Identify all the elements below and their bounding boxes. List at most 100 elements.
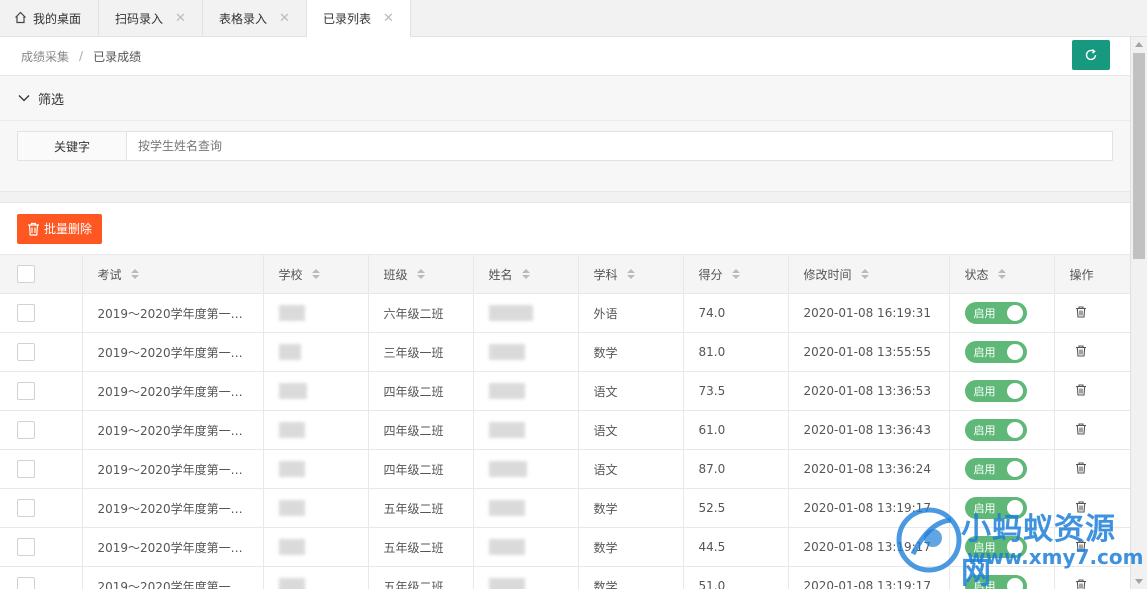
sort-icon[interactable]: [731, 268, 741, 283]
tab-label: 扫码录入: [115, 12, 164, 26]
status-switch[interactable]: 启用: [964, 458, 1027, 480]
table-row[interactable]: 2019～2020学年度第一… 五年级二班 数学 44.5 2020-01-08 13:…: [0, 527, 1130, 567]
sort-icon[interactable]: [311, 268, 321, 283]
row-checkbox[interactable]: [17, 304, 35, 322]
cell-status: 启用: [949, 488, 1055, 528]
header-exam[interactable]: 考试: [82, 254, 264, 294]
vertical-scrollbar[interactable]: [1130, 37, 1147, 589]
trash-icon[interactable]: [1075, 461, 1087, 477]
status-switch[interactable]: 启用: [964, 341, 1027, 363]
table-row[interactable]: 2019～2020学年度第一… 六年级二班 外语 74.0 2020-01-08 16:…: [0, 293, 1130, 333]
cell-status: 启用: [949, 332, 1055, 372]
table-row[interactable]: 2019～2020学年度第一… 四年级二班 语文 87.0 2020-01-08 13:…: [0, 449, 1130, 489]
row-checkbox[interactable]: [17, 343, 35, 361]
status-switch[interactable]: 启用: [964, 302, 1027, 324]
home-icon: [14, 11, 27, 27]
sort-icon[interactable]: [626, 268, 636, 283]
status-label: 启用: [973, 541, 996, 554]
tab-table-entry[interactable]: 表格录入 ✕: [203, 0, 307, 37]
header-modified[interactable]: 修改时间: [788, 254, 950, 294]
breadcrumb-parent[interactable]: 成绩采集: [21, 48, 69, 65]
redacted-school: [278, 305, 305, 321]
sort-icon[interactable]: [130, 268, 140, 283]
scroll-up-icon[interactable]: [1135, 42, 1143, 47]
header-school[interactable]: 学校: [263, 254, 369, 294]
header-subject[interactable]: 学科: [578, 254, 684, 294]
trash-icon[interactable]: [1075, 539, 1087, 555]
status-label: 启用: [973, 424, 996, 437]
table-row[interactable]: 2019～2020学年度第一… 五年级二班 数学 52.5 2020-01-08 13:…: [0, 488, 1130, 528]
tab-desktop[interactable]: 我的桌面: [0, 0, 99, 37]
status-switch[interactable]: 启用: [964, 419, 1027, 441]
filter-panel: 关键字: [0, 121, 1130, 192]
status-switch[interactable]: 启用: [964, 536, 1027, 558]
redacted-school: [278, 539, 305, 555]
row-checkbox[interactable]: [17, 460, 35, 478]
redacted-name: [488, 461, 527, 477]
filter-toggle[interactable]: 筛选: [0, 76, 1130, 121]
table-row[interactable]: 2019～2020学年度第一… 四年级二班 语文 61.0 2020-01-08 13:…: [0, 410, 1130, 450]
table-row[interactable]: 2019～2020学年度第一… 四年级二班 语文 73.5 2020-01-08 13:…: [0, 371, 1130, 411]
chevron-down-icon: [18, 91, 30, 106]
sort-icon[interactable]: [416, 268, 426, 283]
status-switch[interactable]: 启用: [964, 380, 1027, 402]
trash-icon[interactable]: [1075, 500, 1087, 516]
row-select-cell: [0, 410, 83, 450]
cell-status: 启用: [949, 371, 1055, 411]
cell-school: [263, 449, 369, 489]
sort-icon[interactable]: [860, 268, 870, 283]
cell-school: [263, 527, 369, 567]
select-all-checkbox[interactable]: [17, 265, 35, 283]
batch-delete-button[interactable]: 批量删除: [17, 213, 103, 244]
cell-status: 启用: [949, 449, 1055, 489]
row-checkbox[interactable]: [17, 421, 35, 439]
scrollbar-thumb[interactable]: [1133, 53, 1145, 259]
close-icon[interactable]: ✕: [279, 11, 290, 26]
switch-knob: [1006, 305, 1023, 321]
row-checkbox[interactable]: [17, 382, 35, 400]
header-status[interactable]: 状态: [949, 254, 1055, 294]
cell-action: [1054, 332, 1130, 372]
trash-icon[interactable]: [1075, 578, 1087, 589]
cell-action: [1054, 293, 1130, 333]
table-row[interactable]: 2019～2020学年度第一… 三年级一班 数学 81.0 2020-01-08 13:…: [0, 332, 1130, 372]
tab-scan-entry[interactable]: 扫码录入 ✕: [99, 0, 203, 37]
cell-class: 四年级二班: [368, 371, 474, 411]
breadcrumb-separator: /: [79, 49, 84, 63]
cell-class: 四年级二班: [368, 410, 474, 450]
trash-icon[interactable]: [1075, 383, 1087, 399]
cell-modified: 2020-01-08 13:19:17: [788, 488, 950, 528]
status-label: 启用: [973, 346, 996, 359]
row-checkbox[interactable]: [17, 538, 35, 556]
refresh-button[interactable]: [1072, 40, 1110, 70]
redacted-name: [488, 578, 525, 589]
switch-knob: [1006, 422, 1023, 438]
cell-subject: 语文: [578, 410, 684, 450]
status-switch[interactable]: 启用: [964, 575, 1027, 589]
sort-icon[interactable]: [521, 268, 531, 283]
header-name[interactable]: 姓名: [473, 254, 579, 294]
sort-icon[interactable]: [997, 268, 1007, 283]
close-icon[interactable]: ✕: [383, 11, 394, 26]
redacted-name: [488, 539, 525, 555]
row-checkbox[interactable]: [17, 499, 35, 517]
header-label: 操作: [1069, 267, 1094, 282]
section-divider: [0, 192, 1130, 203]
redacted-name: [488, 344, 525, 360]
scroll-down-icon[interactable]: [1135, 579, 1143, 584]
cell-subject: 语文: [578, 449, 684, 489]
trash-icon[interactable]: [1075, 305, 1087, 321]
close-icon[interactable]: ✕: [175, 11, 186, 26]
header-class[interactable]: 班级: [368, 254, 474, 294]
keyword-input[interactable]: [127, 132, 1112, 160]
status-switch[interactable]: 启用: [964, 497, 1027, 519]
tab-recorded-list[interactable]: 已录列表 ✕: [307, 0, 411, 38]
header-score[interactable]: 得分: [683, 254, 789, 294]
table-row[interactable]: 2019～2020学年度第一… 五年级二班 数学 51.0 2020-01-08 13:…: [0, 566, 1130, 589]
row-checkbox[interactable]: [17, 577, 35, 589]
redacted-name: [488, 422, 525, 438]
header-label: 班级: [383, 267, 408, 282]
switch-knob: [1006, 539, 1023, 555]
trash-icon[interactable]: [1075, 344, 1087, 360]
trash-icon[interactable]: [1075, 422, 1087, 438]
